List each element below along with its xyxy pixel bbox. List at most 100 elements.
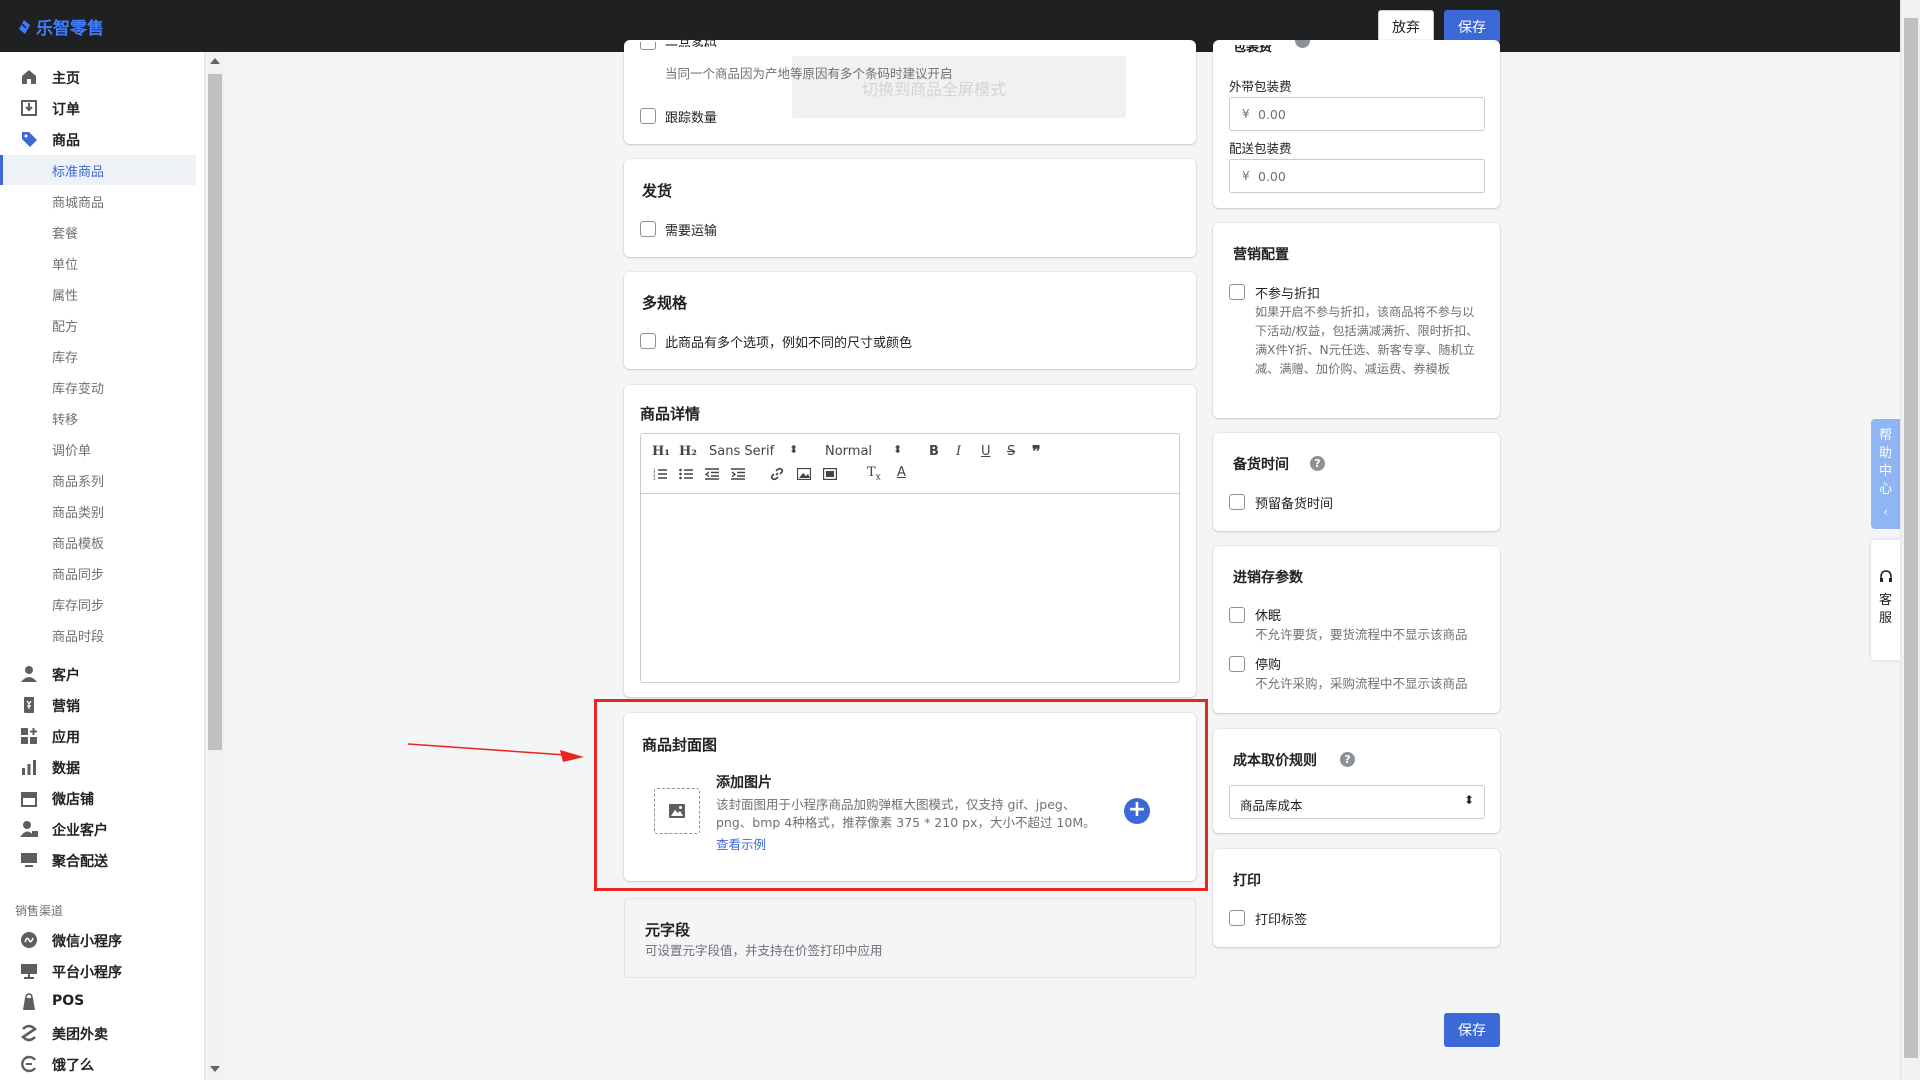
editor-toolbar: H₁ H₂ Sans Serif ⬍ Normal ⬍ B I U S ❞ 12… <box>641 434 1179 494</box>
sidebar-scrollbar[interactable] <box>204 52 224 1080</box>
sidebar-sub-attributes[interactable]: 属性 <box>0 279 196 309</box>
sidebar-item-marketing[interactable]: 营销 <box>0 690 196 720</box>
sidebar-sub-inventory[interactable]: 库存 <box>0 341 196 371</box>
scroll-down-arrow-icon[interactable] <box>210 1066 220 1072</box>
sidebar-item-products[interactable]: 商品 <box>0 124 196 154</box>
sidebar-sub-standard-products[interactable]: 标准商品 <box>0 155 196 185</box>
cost-rule-title: 成本取价规则 <box>1233 753 1317 769</box>
sidebar-item-customers[interactable]: 客户 <box>0 659 196 689</box>
bullet-list-icon[interactable] <box>679 468 693 480</box>
multi-barcode-checkbox[interactable] <box>640 42 656 50</box>
home-icon <box>22 70 36 84</box>
shipping-title: 发货 <box>642 182 673 200</box>
reserve-stock-time-label: 预留备货时间 <box>1255 497 1334 512</box>
metafields-card[interactable]: 元字段 可设置元字段值，并支持在价签打印中应用 <box>624 898 1196 978</box>
save-button[interactable]: 保存 <box>1444 10 1500 43</box>
sidebar-item-meituan[interactable]: 美团外卖 <box>0 1018 196 1048</box>
bottom-save-button[interactable]: 保存 <box>1444 1013 1500 1047</box>
print-title: 打印 <box>1233 873 1261 889</box>
ordered-list-icon[interactable]: 123 <box>653 468 667 480</box>
takeaway-fee-label: 外带包装费 <box>1229 79 1292 94</box>
cost-rule-help-icon[interactable]: ? <box>1340 752 1355 767</box>
no-discount-checkbox[interactable] <box>1229 284 1245 300</box>
product-details-title: 商品详情 <box>640 405 701 423</box>
apps-icon <box>21 728 37 744</box>
customer-service-tab[interactable]: 客服 <box>1871 540 1900 660</box>
sidebar-sub-templates[interactable]: 商品模板 <box>0 527 196 557</box>
no-discount-desc: 如果开启不参与折扣，该商品将不参与以下活动/权益，包括满减满折、限时折扣、满X件… <box>1255 305 1479 376</box>
cost-rule-select[interactable]: 商品库成本 ⬍ <box>1229 785 1485 819</box>
stop-purchase-checkbox[interactable] <box>1229 656 1245 672</box>
link-icon[interactable] <box>770 467 784 481</box>
font-size-select[interactable]: Normal <box>825 444 872 459</box>
sidebar-item-platform-miniprogram[interactable]: 平台小程序 <box>0 956 196 986</box>
enterprise-icon <box>20 821 38 837</box>
strikethrough-icon[interactable]: S <box>1007 444 1015 459</box>
italic-icon[interactable]: I <box>956 444 961 459</box>
font-family-select[interactable]: Sans Serif <box>709 444 774 459</box>
print-label-text: 打印标签 <box>1255 913 1308 928</box>
sidebar-sub-time-slots[interactable]: 商品时段 <box>0 620 196 650</box>
scroll-up-arrow-icon[interactable] <box>210 58 220 64</box>
sidebar-sub-transfer[interactable]: 转移 <box>0 403 196 433</box>
outdent-icon[interactable] <box>705 468 719 480</box>
heading1-icon[interactable]: H₁ <box>652 444 670 459</box>
bold-icon[interactable]: B <box>929 444 939 459</box>
sidebar-item-eleme[interactable]: 饿了么 <box>0 1049 196 1079</box>
has-options-checkbox[interactable] <box>640 333 656 349</box>
meituan-icon <box>20 1024 38 1042</box>
variants-title: 多规格 <box>642 294 688 312</box>
tag-icon <box>22 132 37 147</box>
indent-icon[interactable] <box>731 468 745 480</box>
dormant-checkbox[interactable] <box>1229 607 1245 623</box>
blockquote-icon[interactable]: ❞ <box>1032 442 1041 461</box>
print-card: 打印 打印标签 <box>1213 849 1500 947</box>
sidebar-sub-combos[interactable]: 套餐 <box>0 217 196 247</box>
sidebar-sub-series[interactable]: 商品系列 <box>0 465 196 495</box>
eleme-icon <box>21 1055 36 1073</box>
main-scroll-thumb[interactable] <box>1904 18 1918 1058</box>
sidebar-sub-price-adjust[interactable]: 调价单 <box>0 434 196 464</box>
app-logo[interactable]: 乐智零售 <box>16 14 104 39</box>
sidebar-sub-inventory-sync[interactable]: 库存同步 <box>0 589 196 619</box>
sidebar-sub-units[interactable]: 单位 <box>0 248 196 278</box>
track-quantity-checkbox[interactable] <box>640 108 656 124</box>
image-insert-icon[interactable] <box>797 468 811 480</box>
stock-time-title: 备货时间 <box>1233 457 1289 473</box>
video-insert-icon[interactable] <box>823 468 837 480</box>
sidebar-sub-inventory-changes[interactable]: 库存变动 <box>0 372 196 402</box>
delivery-fee-input[interactable]: ¥ 0.00 <box>1229 159 1485 193</box>
sidebar-item-delivery[interactable]: 聚合配送 <box>0 845 196 875</box>
sidebar-item-label: 商品 <box>52 133 80 149</box>
sidebar-item-pos[interactable]: POS <box>0 987 196 1017</box>
needs-shipping-label: 需要运输 <box>665 224 718 239</box>
sidebar-item-home[interactable]: 主页 <box>0 62 196 92</box>
underline-icon[interactable]: U <box>981 444 991 459</box>
discard-button[interactable]: 放弃 <box>1378 10 1434 43</box>
sidebar-item-data[interactable]: 数据 <box>0 752 196 782</box>
wechat-miniprogram-icon <box>21 932 37 948</box>
clear-format-icon[interactable]: Tx <box>867 465 881 483</box>
sidebar-item-enterprise[interactable]: 企业客户 <box>0 814 196 844</box>
logo-icon <box>19 19 30 34</box>
sidebar-scroll-thumb[interactable] <box>208 74 222 750</box>
takeaway-fee-input[interactable]: ¥ 0.00 <box>1229 97 1485 131</box>
sidebar-item-orders[interactable]: 订单 <box>0 93 196 123</box>
help-center-tab[interactable]: 帮助中心 ‹ <box>1871 419 1900 529</box>
packaging-help-icon[interactable] <box>1295 40 1310 48</box>
sidebar-item-microstore[interactable]: 微店铺 <box>0 783 196 813</box>
annotation-arrow-icon <box>408 743 584 762</box>
sidebar-sub-categories[interactable]: 商品类别 <box>0 496 196 526</box>
reserve-stock-time-checkbox[interactable] <box>1229 494 1245 510</box>
needs-shipping-checkbox[interactable] <box>640 221 656 237</box>
sidebar-sub-recipes[interactable]: 配方 <box>0 310 196 340</box>
font-color-icon[interactable]: A <box>897 465 906 480</box>
sidebar-sub-product-sync[interactable]: 商品同步 <box>0 558 196 588</box>
heading2-icon[interactable]: H₂ <box>679 444 697 459</box>
sidebar-item-apps[interactable]: 应用 <box>0 721 196 751</box>
print-label-checkbox[interactable] <box>1229 910 1245 926</box>
main-scrollbar[interactable] <box>1900 0 1920 1080</box>
stock-time-help-icon[interactable]: ? <box>1310 456 1325 471</box>
sidebar-sub-mall-products[interactable]: 商城商品 <box>0 186 196 216</box>
sidebar-item-wechat-miniprogram[interactable]: 微信小程序 <box>0 925 196 955</box>
